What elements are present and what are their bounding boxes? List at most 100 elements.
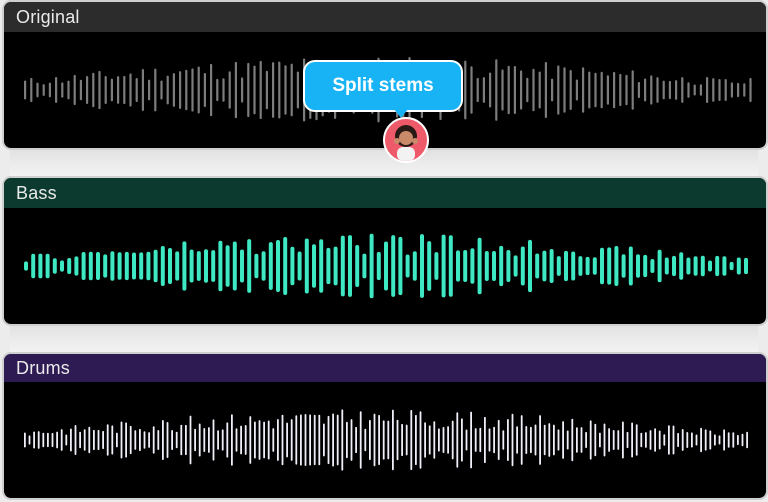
waveform-bar [168,247,172,285]
waveform-bar [506,250,511,282]
waveform-bar [171,430,173,450]
waveform-bar [704,429,707,451]
waveform-bar [746,431,748,449]
waveform-bar [313,414,316,466]
waveform-bar [700,255,705,277]
waveform-bar [448,235,453,297]
waveform-bar [60,429,63,451]
waveform-bar [687,82,690,98]
waveform-bar [743,83,746,97]
waveform-bar [544,61,547,119]
waveform-bar [93,429,95,451]
waveform-bar [663,434,666,446]
waveform-bar [153,249,158,283]
waveform-bar [240,249,244,283]
waveform-bar [300,414,302,466]
waveform-bar [578,256,583,276]
waveform-bar [333,246,338,286]
waveform-bar [203,427,206,453]
waveform-bar [424,422,426,458]
waveform-bar [447,426,449,454]
waveform-bass[interactable] [4,208,766,324]
waveform-bar [263,421,265,459]
waveform-bar [247,62,250,118]
waveform-bar [614,245,619,287]
waveform-bar [110,251,115,281]
waveform-bar [318,414,321,466]
waveform-bar [24,432,26,448]
waveform-bar [38,253,43,279]
waveform-bar [405,424,408,456]
waveform-bar [254,421,256,459]
split-stems-button[interactable]: Split stems [305,62,461,110]
waveform-bar [139,428,141,452]
waveform-bar [706,77,709,103]
waveform-bar [576,427,578,453]
waveform-bar [55,76,58,104]
waveform-bar [715,255,720,277]
waveform-bar [516,426,518,454]
waveform-bar [662,80,665,100]
waveform-bar [362,253,367,279]
waveform-bar [143,431,146,449]
waveform-bar [461,418,463,462]
waveform-bar [348,235,352,297]
waveform-bar [456,412,459,468]
waveform-bar [592,257,597,275]
waveform-bar [551,78,554,102]
waveform-bar [240,425,242,455]
waveform-bar [681,77,684,103]
waveform-bar [613,71,616,109]
waveform-bar [699,84,702,96]
waveform-bar [569,70,572,110]
waveform-bar [208,427,210,453]
waveform-bar [37,431,40,449]
waveform-bar [677,432,679,448]
waveform-bar [277,419,279,461]
track-drums[interactable]: Drums [4,354,766,498]
waveform-bar [73,74,76,106]
waveform-bar [134,430,137,450]
waveform-bar [511,413,514,467]
waveform-bar [730,82,733,98]
waveform-bar [47,432,49,448]
waveform-bar [499,245,504,287]
waveform-bar [231,414,233,466]
waveform-bar [535,253,540,279]
waveform-bar [513,255,518,277]
waveform-bar [693,84,696,96]
waveform-bar [228,71,231,109]
waveform-bar [507,65,510,115]
waveform-bar [492,251,496,281]
waveform-bar [384,241,388,291]
waveform-bar [525,425,528,455]
waveform-bar [534,424,537,456]
waveform-bar [185,424,187,456]
waveform-bar [376,251,381,281]
waveform-bar [619,73,622,107]
waveform-bar [160,80,163,100]
waveform-bar [470,66,473,114]
waveform-bar [197,66,200,114]
waveform-bar [79,431,81,449]
waveform-bar [123,75,126,105]
waveform-bar [530,426,532,454]
waveform-bar [392,409,394,471]
waveform-bar [427,241,432,291]
waveform-bar [566,430,569,450]
waveform-bar [709,430,712,450]
waveform-drums[interactable] [4,382,766,498]
track-bass[interactable]: Bass [4,178,766,324]
track-separator [10,150,758,178]
waveform-bar [526,77,529,103]
waveform-bar [564,250,568,282]
waveform-bar [571,418,574,462]
waveform-bar [97,429,100,451]
waveform-bar [258,420,261,460]
waveform-bar [212,419,215,461]
waveform-bar [312,244,316,288]
waveform-bar [278,61,281,119]
waveform-bar [70,428,72,452]
waveform-bar [741,433,744,447]
waveform-bar [749,77,752,103]
